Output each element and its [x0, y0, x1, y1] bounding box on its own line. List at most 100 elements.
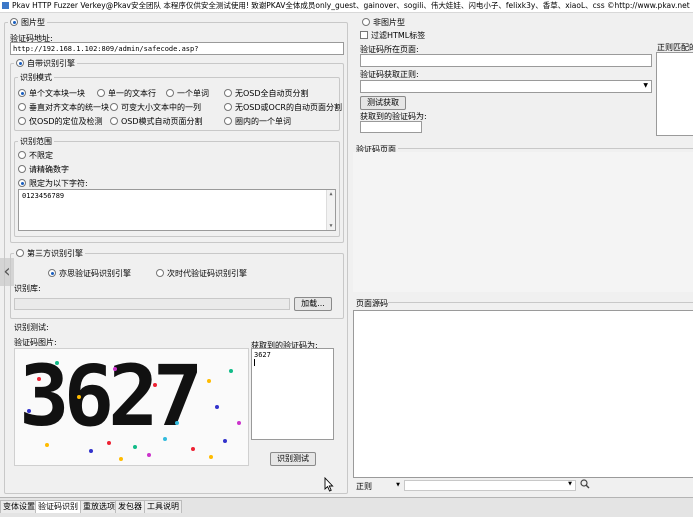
captcha-page-divider	[398, 148, 693, 149]
recog-lib-input[interactable]	[14, 298, 290, 310]
noise-dot	[207, 379, 211, 383]
radio-icon	[166, 89, 174, 97]
page-source-title: 页面源码	[356, 299, 388, 308]
tab-packet-sender[interactable]: 发包器	[115, 500, 145, 513]
range-option-1[interactable]: 请精确数字	[18, 164, 69, 175]
radio-icon	[16, 59, 24, 67]
regex-mode-dropdown[interactable]: 正则 ▼	[356, 481, 402, 491]
mode-option-7[interactable]: 仅OSD的定位及检测	[18, 116, 103, 127]
noise-dot	[209, 455, 213, 459]
image-type-radio[interactable]: 图片型	[8, 17, 47, 28]
noise-dot	[215, 405, 219, 409]
radio-icon	[48, 269, 56, 277]
mode-option-3[interactable]: 无OSD全自动页分割	[224, 88, 309, 99]
page-input[interactable]	[360, 54, 652, 67]
third-party-option-1[interactable]: 次时代验证码识别引擎	[156, 268, 247, 279]
tab-bar: 变体设置 验证码识别 重放选项 发包器 工具说明	[0, 497, 693, 517]
radio-icon	[16, 249, 24, 257]
mode-option-1[interactable]: 单一的文本行	[97, 88, 156, 99]
window-title: Pkav HTTP Fuzzer Verkey@Pkav安全团队 本程序仅供安全…	[12, 1, 690, 10]
third-party-radio[interactable]: 第三方识别引擎	[14, 248, 85, 259]
recog-mode-title: 识别模式	[18, 72, 54, 83]
test-fetch-button[interactable]: 测试获取	[360, 96, 406, 110]
result-value: 3627	[254, 351, 271, 359]
noise-dot	[133, 445, 137, 449]
captcha-digits: 3627	[19, 348, 203, 445]
radio-icon	[97, 89, 105, 97]
scroll-down-icon[interactable]: ▼	[327, 222, 335, 230]
noise-dot	[163, 437, 167, 441]
chevron-down-icon: ▼	[568, 481, 572, 487]
noise-dot	[147, 453, 151, 457]
chevron-down-icon: ▼	[643, 82, 648, 89]
noise-dot	[27, 409, 31, 413]
builtin-engine-radio[interactable]: 自带识别引擎	[14, 58, 77, 69]
noise-dot	[107, 441, 111, 445]
mode-option-6[interactable]: 无OSD或OCR的自动页面分割	[224, 102, 342, 113]
range-option-2[interactable]: 限定为以下字符:	[18, 178, 88, 189]
radio-icon	[110, 117, 118, 125]
captcha-image-label: 验证码图片:	[14, 338, 57, 347]
collapse-arrow-icon[interactable]: ‹	[0, 258, 14, 286]
mode-option-2[interactable]: 一个单词	[166, 88, 209, 99]
radio-icon	[18, 165, 26, 173]
page-source-divider	[388, 302, 693, 303]
tab-captcha-recognition[interactable]: 验证码识别	[35, 500, 81, 513]
third-party-option-0[interactable]: 亦思验证码识别引擎	[48, 268, 131, 279]
captcha-image: 3627	[14, 348, 249, 466]
noise-dot	[113, 367, 117, 371]
radio-icon	[18, 117, 26, 125]
tab-replay-options[interactable]: 重放选项	[80, 500, 118, 513]
noise-dot	[45, 443, 49, 447]
noise-dot	[119, 457, 123, 461]
regex-select[interactable]: ▼	[360, 80, 652, 93]
mode-option-4[interactable]: 垂直对齐文本的统一块	[18, 102, 109, 113]
chevron-down-icon: ▼	[396, 482, 400, 488]
noise-dot	[37, 377, 41, 381]
search-icon[interactable]	[580, 478, 590, 490]
mode-option-0[interactable]: 单个文本块一块	[18, 88, 85, 99]
radio-icon	[224, 117, 232, 125]
tab-variant-settings[interactable]: 变体设置	[0, 500, 38, 513]
mouse-cursor-icon	[324, 476, 334, 494]
radio-icon	[18, 179, 26, 187]
noise-dot	[77, 395, 81, 399]
fetched-input[interactable]	[360, 121, 422, 133]
title-bar: Pkav HTTP Fuzzer Verkey@Pkav安全团队 本程序仅供安全…	[0, 0, 693, 13]
textarea-scrollbar[interactable]: ▲ ▼	[326, 190, 335, 230]
noise-dot	[55, 361, 59, 365]
load-button[interactable]: 加载...	[294, 297, 332, 311]
noise-dot	[153, 383, 157, 387]
recog-test-label: 识别测试:	[14, 323, 49, 332]
noise-dot	[237, 421, 241, 425]
search-input[interactable]: ▼	[404, 480, 576, 491]
mode-option-5[interactable]: 可变大小文本中的一列	[110, 102, 201, 113]
mode-option-8[interactable]: OSD模式自动页面分割	[110, 116, 203, 127]
mode-option-9[interactable]: 圈内的一个单词	[224, 116, 291, 127]
regex-match-box[interactable]	[656, 52, 693, 136]
non-image-type-radio[interactable]: 非图片型	[360, 17, 407, 28]
recog-range-title: 识别范围	[18, 136, 54, 147]
checkbox-icon	[360, 31, 368, 39]
radio-icon	[156, 269, 164, 277]
range-chars-value: 0123456789	[22, 192, 65, 200]
app-icon	[2, 2, 9, 9]
range-option-0[interactable]: 不限定	[18, 150, 53, 161]
noise-dot	[223, 439, 227, 443]
noise-dot	[191, 447, 195, 451]
radio-icon	[224, 89, 232, 97]
filter-html-checkbox[interactable]: 过滤HTML标签	[360, 30, 425, 41]
captcha-url-input[interactable]	[10, 42, 344, 55]
scroll-up-icon[interactable]: ▲	[327, 190, 335, 198]
radio-icon	[224, 103, 232, 111]
radio-icon	[18, 89, 26, 97]
recog-test-button[interactable]: 识别测试	[270, 452, 316, 466]
radio-icon	[10, 18, 18, 26]
range-chars-textarea[interactable]: 0123456789 ▲ ▼	[18, 189, 336, 231]
radio-icon	[18, 103, 26, 111]
tab-tool-help[interactable]: 工具说明	[144, 500, 182, 513]
result-textarea[interactable]: 3627	[251, 348, 334, 440]
page-source-textarea[interactable]	[353, 310, 693, 478]
noise-dot	[89, 449, 93, 453]
radio-icon	[362, 18, 370, 26]
